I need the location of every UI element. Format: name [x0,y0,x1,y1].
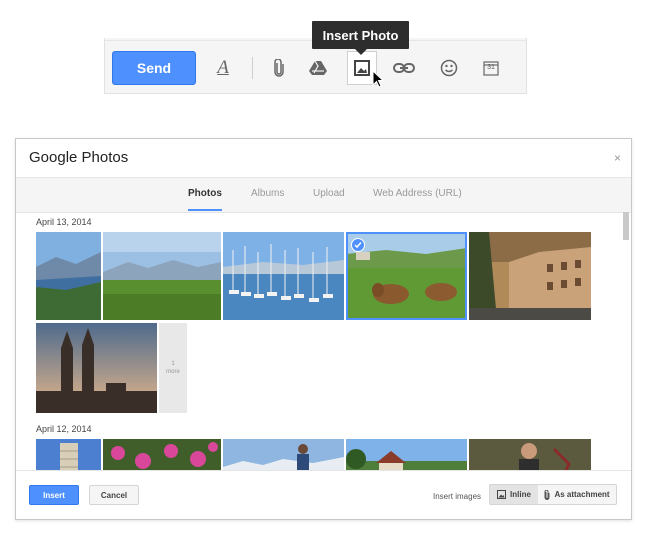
tab-upload[interactable]: Upload [313,188,345,199]
attachment-toggle[interactable]: As attachment [538,484,617,505]
send-button[interactable]: Send [112,51,196,85]
cancel-button[interactable]: Cancel [89,485,139,505]
drive-icon[interactable] [303,51,333,85]
scrollbar-thumb[interactable] [623,212,629,240]
dialog-title: Google Photos [29,149,129,166]
photo-thumbnail[interactable] [103,439,221,470]
more-count: 1 [171,361,175,367]
mouse-cursor-icon [372,69,385,93]
date-heading: April 13, 2014 [36,217,92,227]
photo-thumbnail[interactable] [36,439,101,470]
photo-thumbnail[interactable] [469,439,591,470]
dialog-footer: Insert Cancel Insert images Inline As at… [16,470,631,519]
image-icon [497,490,507,499]
photo-thumbnail[interactable] [469,232,591,320]
photo-thumbnail[interactable] [223,439,344,470]
photo-thumbnail[interactable] [223,232,344,320]
tab-photos[interactable]: Photos [188,188,222,199]
more-photos-tile[interactable]: 1 more [159,323,187,413]
photo-thumbnail[interactable] [346,439,467,470]
insert-button[interactable]: Insert [29,485,79,505]
tab-albums[interactable]: Albums [251,188,284,199]
close-icon[interactable]: × [614,151,621,165]
attachment-label: As attachment [554,490,610,499]
inline-label: Inline [510,490,531,499]
paperclip-icon[interactable] [264,51,294,85]
toolbar-separator [252,57,253,79]
tab-web-address[interactable]: Web Address (URL) [373,188,462,199]
dialog-tabs: Photos Albums Upload Web Address (URL) [16,177,631,213]
google-photos-dialog: Google Photos × Photos Albums Upload Web… [15,138,632,520]
photo-thumbnail[interactable] [36,323,157,413]
format-text-icon[interactable]: A [208,51,238,85]
photo-thumbnail[interactable] [103,232,221,320]
calendar-day: 31 [487,64,495,71]
tooltip-arrow [355,49,367,55]
insert-images-label: Insert images [433,492,482,501]
inline-toggle[interactable]: Inline [489,484,539,505]
link-icon[interactable] [389,51,419,85]
date-heading: April 12, 2014 [36,424,92,434]
scrollbar[interactable] [623,212,631,470]
emoji-icon[interactable] [434,51,464,85]
active-tab-indicator [188,209,222,211]
calendar-icon[interactable]: 31 [476,51,506,85]
more-label: more [166,369,180,375]
photo-grid: April 13, 2014 1 more April 12, 2014 [16,212,631,470]
paperclip-icon [544,489,550,500]
check-icon[interactable] [351,238,365,252]
insert-photo-tooltip: Insert Photo [312,21,409,49]
photo-thumbnail[interactable] [36,232,101,320]
